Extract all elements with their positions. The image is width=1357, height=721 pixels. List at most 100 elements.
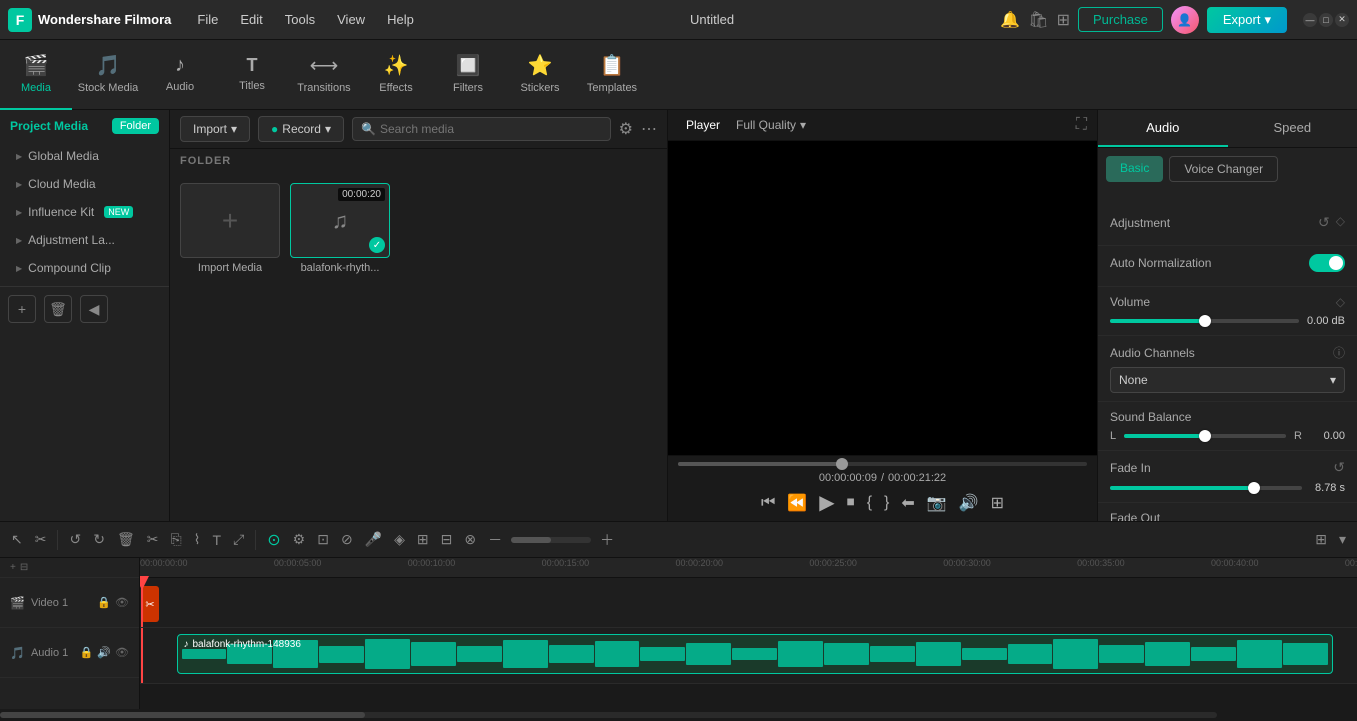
split-button[interactable]: ⌇ bbox=[191, 528, 204, 551]
menu-tools[interactable]: Tools bbox=[275, 8, 325, 31]
sidebar-item-adjustment[interactable]: ▶ Adjustment La... bbox=[0, 226, 169, 254]
voice-button[interactable]: 🎤 bbox=[362, 528, 385, 551]
search-input[interactable] bbox=[380, 122, 602, 136]
mark-in-button[interactable]: { bbox=[867, 494, 872, 512]
layout-button[interactable]: ⊞ bbox=[1312, 528, 1330, 551]
collapse-sidebar-button[interactable]: ◀ bbox=[80, 295, 108, 323]
import-media-thumb[interactable]: + bbox=[180, 183, 280, 258]
seek-bar[interactable] bbox=[678, 462, 1087, 466]
text-button[interactable]: T bbox=[210, 529, 225, 551]
prev-frame-button[interactable]: ⬅ bbox=[901, 493, 914, 513]
volume-pin-icon[interactable]: ◇ bbox=[1336, 295, 1345, 309]
copy-button[interactable]: ⎘ bbox=[167, 528, 184, 551]
sidebar-folder-button[interactable]: Folder bbox=[112, 118, 159, 134]
add-folder-button[interactable]: + bbox=[8, 295, 36, 323]
keyframe-button[interactable]: ◈ bbox=[391, 528, 408, 551]
fade-in-thumb[interactable] bbox=[1248, 482, 1260, 494]
menu-view[interactable]: View bbox=[327, 8, 375, 31]
fade-in-reset-icon[interactable]: ↺ bbox=[1333, 459, 1345, 476]
menu-help[interactable]: Help bbox=[377, 8, 424, 31]
volume-slider[interactable] bbox=[1110, 319, 1299, 323]
pip-button[interactable]: ⊞ bbox=[991, 493, 1004, 513]
purchase-button[interactable]: Purchase bbox=[1078, 7, 1163, 32]
mark-out-button[interactable]: } bbox=[884, 494, 889, 512]
timeline-pointer-tool[interactable]: ↖ bbox=[8, 528, 26, 551]
magnet-button[interactable]: ⚙ bbox=[290, 528, 309, 551]
tab-transitions[interactable]: ⟷ Transitions bbox=[288, 40, 360, 110]
speaker-button[interactable]: 🔊 bbox=[959, 493, 979, 513]
fade-in-slider[interactable] bbox=[1110, 486, 1302, 490]
info-icon[interactable]: ⓘ bbox=[1333, 344, 1345, 361]
vol-plus-button[interactable]: ＋ bbox=[597, 527, 617, 553]
tab-effects[interactable]: ✨ Effects bbox=[360, 40, 432, 110]
volume-thumb[interactable] bbox=[1199, 315, 1211, 327]
sidebar-item-global-media[interactable]: ▶ Global Media bbox=[0, 142, 169, 170]
sidebar-header[interactable]: Project Media Folder bbox=[0, 110, 169, 142]
quality-dropdown[interactable]: Full Quality ▾ bbox=[736, 118, 806, 132]
sound-balance-slider[interactable] bbox=[1124, 434, 1286, 438]
composite-button[interactable]: ⊗ bbox=[461, 528, 479, 551]
snap-button[interactable]: 📷 bbox=[927, 493, 947, 513]
close-button[interactable]: ✕ bbox=[1335, 13, 1349, 27]
more-tl-button[interactable]: ▾ bbox=[1336, 528, 1349, 551]
frame-back-button[interactable]: ⏪ bbox=[787, 493, 807, 513]
track-mute-button[interactable]: 🔊 bbox=[97, 646, 111, 659]
tab-audio-right[interactable]: Audio bbox=[1098, 110, 1228, 147]
reset-icon[interactable]: ↺ bbox=[1318, 214, 1330, 231]
audio-stretch-button[interactable]: ⊡ bbox=[314, 528, 332, 551]
scroll-track[interactable] bbox=[0, 712, 1217, 718]
audio-file-thumb[interactable]: 00:00:20 ♫ ✓ bbox=[290, 183, 390, 258]
search-box[interactable]: 🔍 bbox=[352, 117, 611, 141]
stop-button[interactable]: ⏹ bbox=[847, 494, 855, 512]
export-button[interactable]: Export ▾ bbox=[1207, 7, 1287, 33]
player-tab[interactable]: Player bbox=[678, 114, 728, 136]
filter-icon[interactable]: ⚙ bbox=[619, 119, 633, 139]
sidebar-item-influence-kit[interactable]: ▶ Influence Kit NEW bbox=[0, 198, 169, 226]
track-audio-lock-button[interactable]: 🔒 bbox=[80, 646, 94, 659]
track-eye-button[interactable]: 👁 bbox=[115, 596, 129, 609]
cut-button[interactable]: ✂ bbox=[144, 528, 162, 551]
marker-button[interactable]: ⊘ bbox=[338, 528, 356, 551]
sidebar-item-compound-clip[interactable]: ▶ Compound Clip bbox=[0, 254, 169, 282]
audio-clip[interactable]: ♪ balafonk-rhythm-148936 bbox=[177, 634, 1333, 674]
more-options-icon[interactable]: ⋯ bbox=[641, 119, 657, 139]
tab-media[interactable]: 🎬 Media bbox=[0, 40, 72, 110]
skip-back-button[interactable]: ⏮ bbox=[761, 494, 775, 512]
voice-changer-tab[interactable]: Voice Changer bbox=[1169, 156, 1278, 182]
undo-button[interactable]: ↺ bbox=[66, 528, 84, 551]
maximize-button[interactable]: □ bbox=[1319, 13, 1333, 27]
tab-titles[interactable]: T Titles bbox=[216, 40, 288, 110]
track-lock-button[interactable]: 🔒 bbox=[97, 596, 111, 609]
track-hide-button[interactable]: 👁 bbox=[115, 646, 129, 659]
menu-file[interactable]: File bbox=[187, 8, 228, 31]
timeline-scrollbar[interactable] bbox=[0, 709, 1357, 721]
tab-stickers[interactable]: ⭐ Stickers bbox=[504, 40, 576, 110]
import-media-item[interactable]: + Import Media bbox=[180, 183, 280, 274]
tab-speed-right[interactable]: Speed bbox=[1228, 110, 1357, 147]
clip-connect-button[interactable]: ⊞ bbox=[414, 528, 432, 551]
redo-button[interactable]: ↻ bbox=[90, 528, 108, 551]
scroll-thumb[interactable] bbox=[0, 712, 365, 718]
timeline-ripple-tool[interactable]: ✂ bbox=[32, 528, 50, 551]
fullscreen-icon[interactable]: ⛶ bbox=[1076, 116, 1087, 134]
zoom-slider[interactable] bbox=[511, 537, 591, 543]
seek-thumb[interactable] bbox=[836, 458, 848, 470]
auto-norm-toggle[interactable] bbox=[1309, 254, 1345, 272]
delete-folder-button[interactable]: 🗑 bbox=[44, 295, 72, 323]
pin-icon[interactable]: ◇ bbox=[1336, 214, 1345, 231]
menu-edit[interactable]: Edit bbox=[230, 8, 272, 31]
sidebar-item-cloud-media[interactable]: ▶ Cloud Media bbox=[0, 170, 169, 198]
tab-audio[interactable]: ♪ Audio bbox=[144, 40, 216, 110]
fold-track-button[interactable]: ⊟ bbox=[20, 562, 28, 573]
record-button[interactable]: ● Record ▾ bbox=[258, 116, 344, 142]
bg-button[interactable]: ⊟ bbox=[438, 528, 456, 551]
tab-filters[interactable]: 🔲 Filters bbox=[432, 40, 504, 110]
vol-minus-button[interactable]: － bbox=[485, 527, 505, 553]
tab-templates[interactable]: 📋 Templates bbox=[576, 40, 648, 110]
tab-stock-media[interactable]: 🎵 Stock Media bbox=[72, 40, 144, 110]
add-track-button[interactable]: + bbox=[10, 562, 16, 573]
delete-button[interactable]: 🗑 bbox=[114, 528, 138, 551]
import-button[interactable]: Import ▾ bbox=[180, 116, 250, 142]
extend-button[interactable]: ⤢ bbox=[230, 528, 247, 551]
audio-file-item[interactable]: 00:00:20 ♫ ✓ balafonk-rhyth... bbox=[290, 183, 390, 274]
